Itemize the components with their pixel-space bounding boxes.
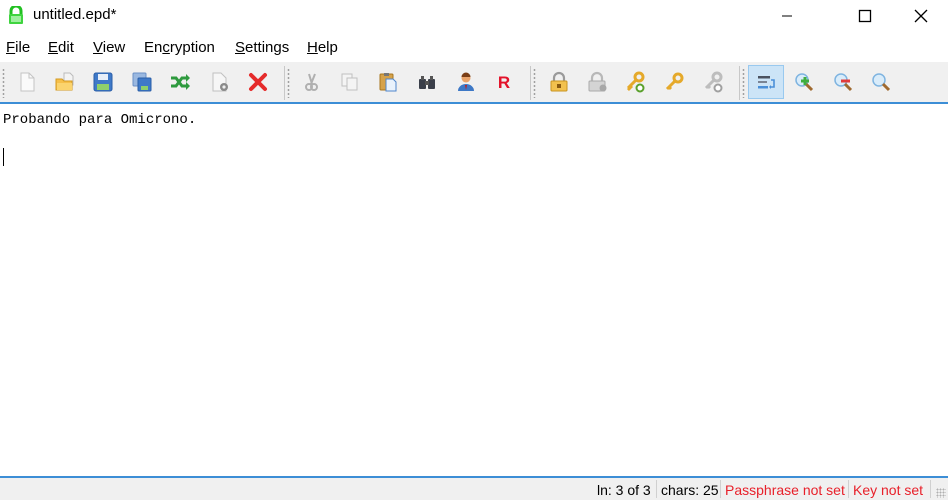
size-grip[interactable] <box>936 488 946 498</box>
shuffle-button[interactable] <box>162 65 198 99</box>
toolbar-grip[interactable] <box>2 68 5 98</box>
menu-label: ryption <box>169 39 215 56</box>
minimize-button[interactable] <box>764 0 810 32</box>
menu-settings[interactable]: Settings <box>235 39 289 56</box>
save-as-button[interactable] <box>124 65 160 99</box>
cut-icon <box>305 73 318 91</box>
document-settings-button[interactable] <box>202 65 238 99</box>
menu-mnemonic: F <box>6 39 16 56</box>
menu-label: iew <box>102 39 126 56</box>
menu-view[interactable]: View <box>93 39 125 56</box>
save-as-icon <box>132 72 152 92</box>
lock-icon <box>550 71 568 92</box>
paste-icon <box>379 73 397 92</box>
replace-button[interactable]: R <box>486 65 522 99</box>
status-chars: chars: 25 <box>661 482 719 498</box>
paste-button[interactable] <box>370 65 406 99</box>
toolbar-grip[interactable] <box>533 68 536 98</box>
maximize-icon <box>858 9 872 23</box>
user-icon <box>458 72 474 91</box>
menu-mnemonic: H <box>307 39 318 56</box>
close-red-x-icon <box>249 73 267 91</box>
word-wrap-button[interactable] <box>748 65 784 99</box>
menu-edit[interactable]: Edit <box>48 39 74 56</box>
copy-icon <box>341 73 358 91</box>
copy-button[interactable] <box>332 65 368 99</box>
zoom-out-icon <box>834 73 853 92</box>
replace-r-icon: R <box>498 73 510 92</box>
save-button[interactable] <box>85 65 121 99</box>
status-passphrase: Passphrase not set <box>725 482 845 498</box>
close-document-button[interactable] <box>240 65 276 99</box>
lock-button[interactable] <box>541 65 577 99</box>
menu-mnemonic: V <box>93 39 103 56</box>
key-icon <box>665 72 684 91</box>
key-remove-gray-icon <box>704 71 723 93</box>
new-document-icon <box>20 72 35 92</box>
open-button[interactable] <box>47 65 83 99</box>
menu-label: ile <box>15 39 31 56</box>
toolbar-grip[interactable] <box>287 68 290 98</box>
menu-mnemonic: E <box>48 39 59 56</box>
open-folder-icon <box>55 72 74 91</box>
zoom-in-button[interactable] <box>786 65 822 99</box>
zoom-reset-icon <box>872 73 891 92</box>
menu-mnemonic: S <box>235 39 246 56</box>
svg-text:R: R <box>498 73 510 92</box>
menu-label: En <box>144 39 163 56</box>
menu-bar: File Edit View Encryption Settings Help <box>0 36 948 60</box>
menu-help[interactable]: Help <box>307 39 338 56</box>
zoom-out-button[interactable] <box>825 65 861 99</box>
status-key: Key not set <box>853 482 924 498</box>
document-settings-icon <box>212 72 228 92</box>
toolbar-grip[interactable] <box>742 68 745 98</box>
editor-line: Probando para Omicrono. <box>3 112 197 128</box>
menu-mnemonic: c <box>162 39 170 56</box>
find-button[interactable] <box>409 65 445 99</box>
binoculars-icon <box>419 76 435 89</box>
zoom-reset-button[interactable] <box>863 65 899 99</box>
menu-label: elp <box>317 39 338 56</box>
status-line: ln: 3 of 3 <box>597 482 651 498</box>
menu-encryption[interactable]: Encryption <box>144 39 215 56</box>
word-wrap-icon <box>758 76 775 89</box>
minimize-icon <box>782 15 792 17</box>
zoom-in-icon <box>795 73 814 92</box>
add-key-button[interactable] <box>617 65 653 99</box>
status-separator <box>720 480 721 498</box>
new-button[interactable] <box>9 65 45 99</box>
maximize-button[interactable] <box>842 0 888 32</box>
menu-file[interactable]: File <box>6 39 30 56</box>
key-add-icon <box>626 71 645 93</box>
status-bar: ln: 3 of 3 chars: 25 Passphrase not set … <box>0 478 948 500</box>
close-button[interactable] <box>898 0 944 32</box>
remove-key-button[interactable] <box>695 65 731 99</box>
toolbar: R <box>0 62 948 102</box>
status-separator <box>848 480 849 498</box>
shuffle-icon <box>171 74 190 90</box>
status-separator <box>656 480 657 498</box>
toolbar-separator <box>284 66 285 100</box>
save-icon <box>93 72 113 92</box>
key-button[interactable] <box>656 65 692 99</box>
menu-label: dit <box>58 39 74 56</box>
status-separator <box>930 480 931 498</box>
close-icon <box>914 9 928 23</box>
toolbar-separator <box>530 66 531 100</box>
window-title: untitled.epd* <box>33 6 117 23</box>
title-bar: untitled.epd* <box>0 0 948 32</box>
text-editor[interactable]: Probando para Omicrono. <box>0 104 948 476</box>
unlock-gray-icon <box>588 71 607 92</box>
app-lock-icon <box>8 4 24 24</box>
cut-button[interactable] <box>293 65 329 99</box>
user-button[interactable] <box>448 65 484 99</box>
toolbar-separator <box>739 66 740 100</box>
unlock-button[interactable] <box>579 65 615 99</box>
text-caret <box>3 148 4 166</box>
menu-label: ettings <box>245 39 290 56</box>
